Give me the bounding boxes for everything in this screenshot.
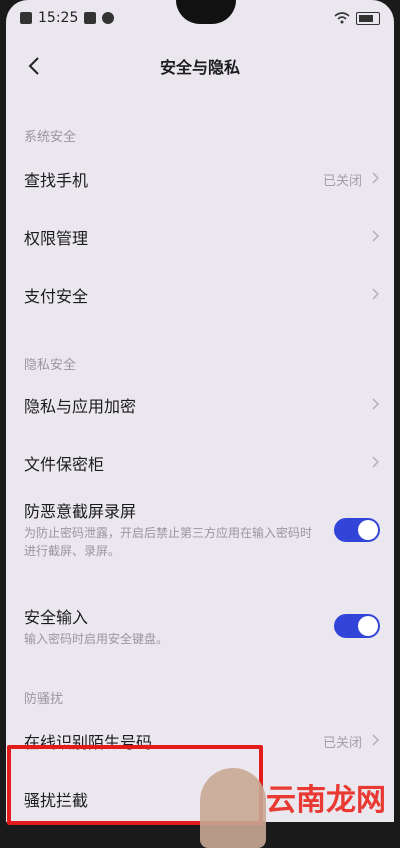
watermark: 云南龙网 [266, 783, 386, 818]
secure-input-toggle[interactable] [334, 614, 380, 638]
status-time: 15:25 [38, 10, 79, 26]
chevron-right-icon [372, 456, 380, 468]
chevron-right-icon [372, 230, 380, 242]
finger-overlay [200, 768, 266, 848]
row-secure-input: 安全输入 输入密码时启用安全键盘。 [6, 602, 394, 652]
status-bar: 15:25 [20, 8, 380, 28]
wifi-icon [334, 12, 350, 24]
row-label: 文件保密柜 [24, 455, 105, 474]
section-label-harass: 防骚扰 [24, 692, 64, 707]
cloud-icon [102, 12, 115, 24]
back-button[interactable] [20, 52, 48, 80]
row-permission-management[interactable]: 权限管理 [6, 216, 394, 256]
page-title: 安全与隐私 [159, 58, 240, 77]
row-privacy-app-encryption[interactable]: 隐私与应用加密 [6, 384, 394, 424]
row-value: 已关闭 [322, 736, 362, 751]
back-arrow-icon [28, 57, 39, 75]
row-label: 查找手机 [24, 171, 89, 190]
row-label: 防恶意截屏录屏 [24, 502, 137, 521]
row-description: 输入密码时启用安全键盘。 [24, 632, 169, 646]
chevron-right-icon [372, 734, 380, 746]
row-description: 为防止密码泄露，开启后禁止第三方应用在输入密码时进行截屏、录屏。 [24, 526, 313, 558]
toggle-knob [358, 520, 378, 540]
row-label: 安全输入 [24, 608, 89, 627]
row-value: 已关闭 [322, 174, 362, 189]
section-label-privacy: 隐私安全 [24, 358, 77, 373]
row-file-safe[interactable]: 文件保密柜 [6, 442, 394, 482]
phone-screen: 15:25 安全与隐私 系统安全 查找手机 已关闭 权限管理 支付安全 隐私安全… [6, 0, 394, 822]
mail-icon [84, 12, 97, 24]
row-label: 隐私与应用加密 [24, 397, 137, 416]
header: 安全与隐私 [6, 46, 394, 86]
row-payment-security[interactable]: 支付安全 [6, 274, 394, 314]
chevron-right-icon [372, 288, 380, 300]
row-anti-screenshot: 防恶意截屏录屏 为防止密码泄露，开启后禁止第三方应用在输入密码时进行截屏、录屏。 [6, 496, 394, 570]
chevron-right-icon [372, 398, 380, 410]
row-label: 支付安全 [24, 287, 89, 306]
anti-screenshot-toggle[interactable] [334, 518, 380, 542]
chevron-right-icon [372, 172, 380, 184]
notification-x-icon [20, 12, 32, 24]
battery-icon [356, 11, 380, 25]
toggle-knob [358, 616, 378, 636]
row-label: 权限管理 [24, 229, 89, 248]
section-label-system: 系统安全 [24, 130, 77, 145]
row-find-phone[interactable]: 查找手机 已关闭 [6, 158, 394, 198]
